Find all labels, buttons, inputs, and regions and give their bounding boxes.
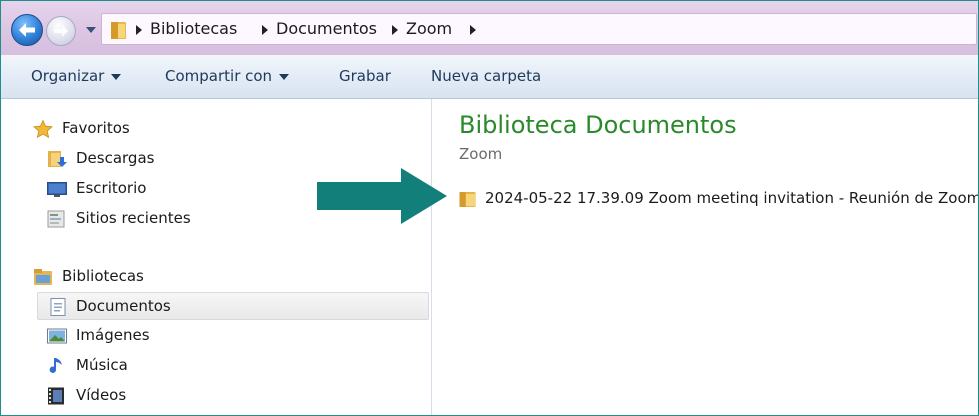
organize-label: Organizar — [31, 67, 105, 85]
music-icon — [49, 358, 62, 373]
sidebar-item-videos[interactable]: Vídeos — [1, 382, 429, 410]
back-button[interactable] — [11, 14, 43, 46]
sidebar-item-label: Vídeos — [76, 386, 127, 404]
new-folder-label: Nueva carpeta — [431, 67, 542, 85]
list-item[interactable]: 2024-05-22 17.39.09 Zoom meetinq invitat… — [459, 187, 979, 211]
sidebar-item-favoritos[interactable]: Favoritos — [1, 115, 429, 143]
sidebar-item-imagenes[interactable]: Imágenes — [1, 322, 429, 350]
command-bar: Organizar Compartir con Grabar Nueva car… — [1, 55, 978, 99]
desktop-icon — [47, 182, 67, 197]
pictures-icon — [47, 328, 67, 344]
recent-pages-dropdown[interactable] — [86, 26, 96, 34]
arrow-right-icon — [54, 25, 68, 37]
breadcrumb-chevron-icon[interactable] — [136, 25, 142, 35]
sidebar-item-label: Bibliotecas — [62, 267, 144, 285]
chevron-down-icon — [111, 73, 122, 80]
address-field[interactable]: Bibliotecas Documentos Zoom — [101, 13, 977, 45]
sidebar-item-documentos[interactable]: Documentos — [37, 292, 429, 320]
share-with-button[interactable]: Compartir con — [165, 67, 290, 85]
callout-arrow-icon — [317, 168, 447, 224]
star-icon — [33, 120, 53, 138]
sidebar-item-label: Documentos — [76, 297, 171, 315]
breadcrumb-item-zoom[interactable]: Zoom — [406, 19, 452, 38]
folder-icon — [459, 192, 476, 207]
address-bar: Bibliotecas Documentos Zoom — [1, 1, 978, 55]
share-label: Compartir con — [165, 67, 273, 85]
breadcrumb-chevron-icon[interactable] — [470, 25, 476, 35]
recent-places-icon — [47, 210, 65, 228]
sidebar-item-label: Música — [76, 356, 128, 374]
arrow-left-icon — [19, 23, 35, 37]
library-subtitle: Zoom — [459, 145, 503, 163]
library-title: Biblioteca Documentos — [459, 111, 737, 139]
organize-button[interactable]: Organizar — [31, 67, 122, 85]
sidebar-item-label: Favoritos — [62, 119, 130, 137]
sidebar-item-label: Imágenes — [76, 326, 150, 344]
folder-icon — [111, 22, 126, 39]
breadcrumb-item-documentos[interactable]: Documentos — [276, 19, 377, 38]
chevron-down-icon — [279, 73, 290, 80]
burn-label: Grabar — [339, 67, 391, 85]
file-name: 2024-05-22 17.39.09 Zoom meetinq invitat… — [485, 189, 979, 207]
breadcrumb-chevron-icon[interactable] — [262, 25, 268, 35]
sidebar-item-bibliotecas[interactable]: Bibliotecas — [1, 263, 429, 291]
sidebar-item-label: Descargas — [76, 149, 155, 167]
content-pane: Biblioteca Documentos Zoom 2024-05-22 17… — [433, 99, 979, 415]
videos-icon — [48, 387, 64, 405]
breadcrumb-item-bibliotecas[interactable]: Bibliotecas — [150, 19, 237, 38]
downloads-icon — [48, 151, 67, 167]
explorer-window: Bibliotecas Documentos Zoom Organizar Co… — [0, 0, 979, 416]
navigation-pane: Favoritos Descargas Escritorio Sitios re… — [1, 99, 432, 415]
libraries-icon — [34, 269, 52, 285]
sidebar-item-label: Sitios recientes — [76, 209, 191, 227]
documents-icon — [50, 298, 66, 316]
breadcrumb-chevron-icon[interactable] — [392, 25, 398, 35]
burn-button[interactable]: Grabar — [339, 67, 391, 85]
forward-button[interactable] — [46, 16, 76, 46]
new-folder-button[interactable]: Nueva carpeta — [431, 67, 541, 85]
sidebar-item-musica[interactable]: Música — [1, 352, 429, 380]
sidebar-item-label: Escritorio — [76, 179, 147, 197]
